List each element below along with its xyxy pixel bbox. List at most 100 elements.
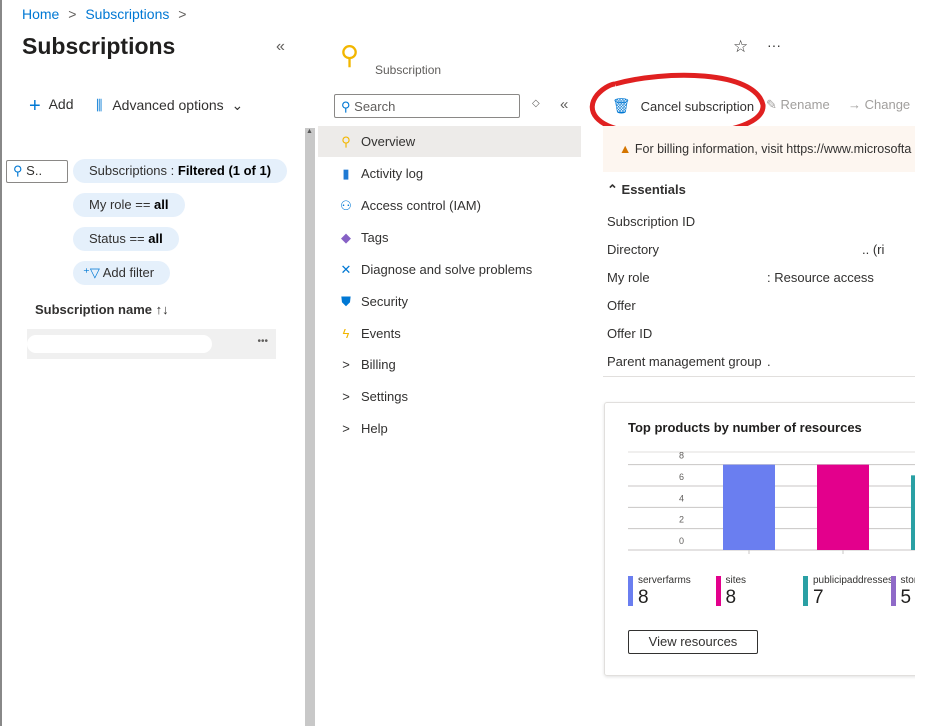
tag-icon: ◆: [341, 230, 351, 245]
right-edge: [915, 0, 949, 726]
nav-item-label: Overview: [361, 134, 416, 149]
redacted-name: [27, 335, 212, 353]
people-icon: ⚇: [340, 198, 352, 213]
essentials-label: My role: [607, 270, 650, 285]
legend-label: publicipaddresses: [813, 575, 894, 586]
search-placeholder: S..: [26, 163, 43, 178]
nav-item-help[interactable]: > Help: [318, 413, 581, 444]
search-placeholder: Search: [354, 99, 396, 114]
scrollbar[interactable]: ▲: [305, 128, 315, 726]
legend-value: 7: [813, 587, 824, 608]
favorite-star-icon[interactable]: ☆: [733, 37, 748, 57]
legend-swatch: [715, 576, 721, 606]
filter-pill-status[interactable]: Status == all: [73, 227, 179, 251]
y-tick-label: 6: [679, 472, 684, 482]
sort-toggle-icon[interactable]: ◇: [532, 98, 540, 109]
nav-item-events[interactable]: ϟ Events: [318, 318, 581, 349]
add-label: Add: [48, 96, 74, 112]
filter-label: Status ==: [89, 231, 149, 246]
legend-swatch: [890, 576, 896, 606]
collapse-panel-button[interactable]: «: [276, 38, 285, 56]
nav-item-access-control-iam[interactable]: ⚇ Access control (IAM): [318, 190, 581, 221]
chart-title: Top products by number of resources: [628, 420, 862, 435]
chevron-right-icon: >: [342, 357, 350, 372]
blade-search-input[interactable]: ⚲ Search: [334, 94, 520, 118]
legend-swatch: [628, 576, 633, 606]
y-tick-label: 2: [679, 515, 684, 525]
nav-item-diagnose-and-solve-problems[interactable]: ✕ Diagnose and solve problems: [318, 254, 581, 285]
add-filter-label: Add filter: [102, 265, 155, 280]
nav-item-label: Settings: [361, 389, 408, 404]
table-row[interactable]: •••: [27, 329, 276, 359]
essentials-label: Parent management group: [607, 354, 762, 369]
chevron-right-icon: >: [342, 389, 350, 404]
add-filter-icon: ⁺▽: [83, 265, 100, 280]
chevron-right-icon: >: [342, 421, 350, 436]
nav-item-security[interactable]: ⛊ Security: [318, 286, 581, 317]
essentials-value: .: [767, 354, 771, 369]
filter-label: My role ==: [89, 197, 155, 212]
y-tick-label: 4: [679, 493, 684, 503]
legend-value: 8: [638, 587, 649, 608]
breadcrumb-subscriptions[interactable]: Subscriptions: [85, 6, 169, 22]
legend-label: sites: [725, 575, 747, 586]
billing-warning-banner: ▲ For billing information, visit https:/…: [603, 126, 915, 172]
add-filter-button[interactable]: ⁺▽ Add filter: [73, 261, 171, 285]
nav-item-overview[interactable]: ⚲ Overview: [318, 126, 581, 157]
nav-item-label: Access control (IAM): [361, 198, 481, 213]
divider: [603, 376, 915, 377]
essentials-title: Essentials: [621, 182, 686, 197]
rename-label: Rename: [780, 97, 830, 112]
page-title: Subscriptions: [22, 33, 176, 59]
sliders-icon: ⫼: [96, 97, 103, 113]
essentials-value: : Resource access: [767, 270, 874, 285]
add-button[interactable]: + Add: [29, 95, 74, 118]
window-edge: [0, 0, 2, 726]
bar-serverfarms[interactable]: [723, 464, 775, 550]
view-resources-button[interactable]: View resources: [628, 630, 758, 654]
breadcrumb-home[interactable]: Home: [22, 6, 59, 22]
bar-sites[interactable]: [817, 464, 869, 550]
filter-value: all: [154, 197, 169, 212]
nav-item-label: Tags: [361, 230, 389, 245]
breadcrumb-separator: >: [178, 6, 187, 22]
column-header-label: Subscription name: [35, 302, 153, 317]
change-button[interactable]: → Change: [848, 97, 910, 112]
nav-item-label: Billing: [361, 357, 396, 372]
left-search-input[interactable]: ⚲ S..: [6, 160, 68, 183]
nav-item-tags[interactable]: ◆ Tags: [318, 222, 581, 253]
nav-item-settings[interactable]: > Settings: [318, 381, 581, 412]
nav-item-label: Diagnose and solve problems: [361, 262, 533, 277]
bar-chart: 0 2 4 6 8: [628, 451, 915, 554]
key-icon: ⚲: [341, 134, 351, 149]
column-header-subscription-name[interactable]: Subscription name ↑↓: [35, 302, 169, 317]
essentials-label: Subscription ID: [607, 214, 696, 229]
essentials-toggle[interactable]: ⌃ Essentials: [607, 182, 686, 198]
y-tick-label: 0: [679, 536, 684, 546]
rename-button[interactable]: ✎ Rename: [766, 97, 830, 113]
filter-pill-my-role[interactable]: My role == all: [73, 193, 185, 217]
breadcrumb: Home > Subscriptions >: [22, 6, 186, 22]
filter-pill-subscriptions[interactable]: Subscriptions : Filtered (1 of 1): [73, 159, 288, 183]
advanced-options-label: Advanced options: [112, 97, 224, 113]
chevron-up-icon: ⌃: [607, 182, 618, 197]
shield-icon: ⛊: [341, 294, 351, 309]
advanced-options-button[interactable]: ⫼ Advanced options ⌄: [96, 97, 243, 114]
nav-item-billing[interactable]: > Billing: [318, 349, 581, 380]
more-actions-icon[interactable]: ···: [767, 37, 781, 53]
search-icon: ⚲: [13, 163, 23, 178]
filter-label: Subscriptions :: [89, 163, 178, 178]
scroll-up-arrow-icon[interactable]: ▲: [306, 128, 313, 135]
essentials-label: Directory: [607, 242, 660, 257]
lightning-icon: ϟ: [342, 326, 350, 341]
nav-item-activity-log[interactable]: ▮ Activity log: [318, 158, 581, 189]
essentials-label: Offer: [607, 298, 636, 313]
key-icon: ⚲: [340, 40, 360, 70]
nav-item-label: Help: [361, 421, 388, 436]
nav-item-label: Activity log: [361, 166, 424, 181]
wrench-icon: ✕: [340, 262, 352, 277]
more-options-button[interactable]: •••: [257, 336, 268, 347]
collapse-menu-button[interactable]: «: [560, 96, 568, 113]
filter-value: all: [148, 231, 163, 246]
legend-swatch: [803, 576, 808, 606]
